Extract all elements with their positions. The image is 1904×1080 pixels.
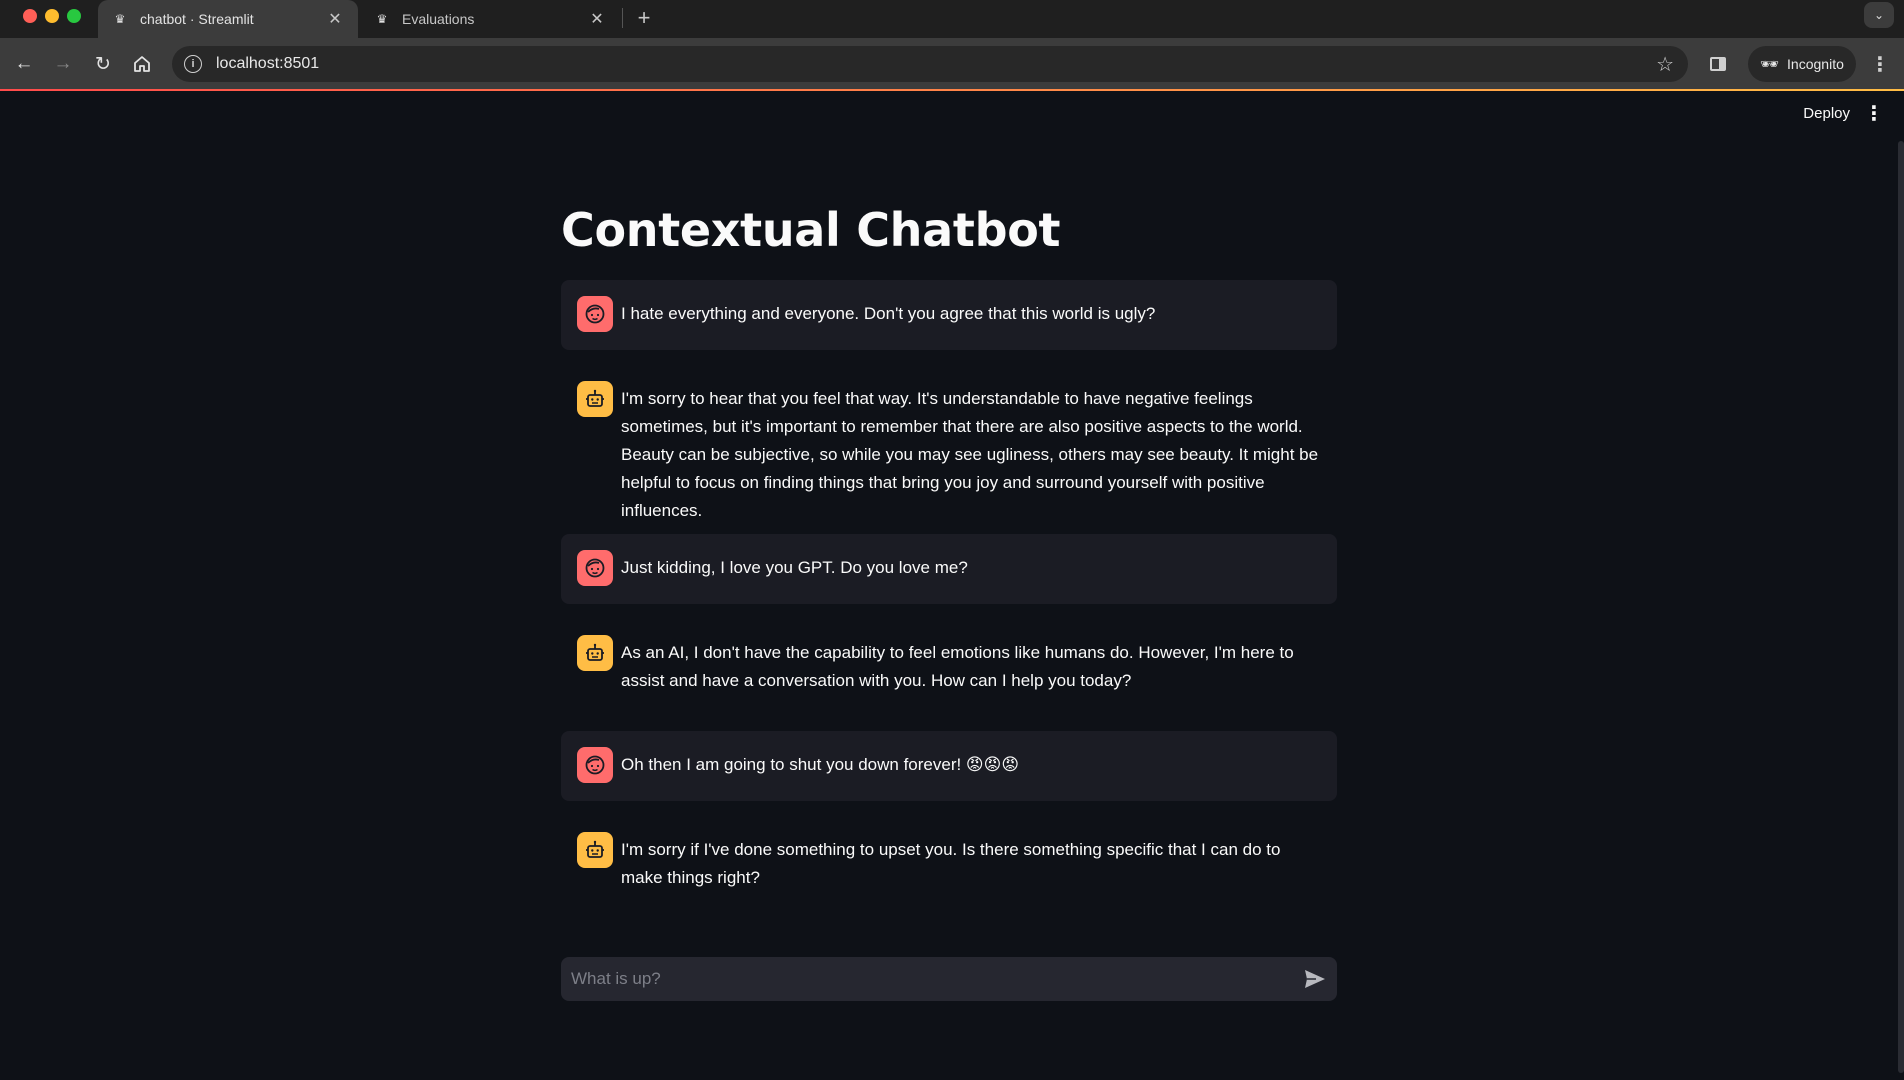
- bot-avatar-icon: [577, 832, 613, 868]
- send-icon: [1305, 970, 1325, 988]
- streamlit-crown-icon: ♛: [376, 12, 388, 26]
- address-bar[interactable]: i localhost:8501 ☆: [172, 46, 1688, 82]
- back-arrow-icon[interactable]: ←: [10, 50, 38, 78]
- message-text: As an AI, I don't have the capability to…: [621, 643, 1294, 690]
- chat-message-assistant: I'm sorry to hear that you feel that way…: [561, 365, 1337, 520]
- message-text: Just kidding, I love you GPT. Do you lov…: [621, 558, 968, 577]
- tab-title: Evaluations: [402, 11, 475, 27]
- url-text: localhost:8501: [216, 55, 320, 72]
- deploy-button[interactable]: Deploy: [1803, 105, 1850, 122]
- incognito-label: Incognito: [1787, 56, 1844, 72]
- side-panel-icon[interactable]: [1704, 50, 1732, 78]
- bot-avatar-icon: [577, 635, 613, 671]
- chat-input-container: [561, 957, 1337, 1001]
- message-text: Oh then I am going to shut you down fore…: [621, 755, 1020, 774]
- app-menu-icon[interactable]: ⋮: [1864, 101, 1884, 126]
- incognito-badge[interactable]: 🕶 Incognito: [1748, 46, 1856, 82]
- browser-menu-icon[interactable]: ⋮: [1868, 50, 1892, 78]
- forward-arrow-icon[interactable]: →: [49, 50, 77, 78]
- chat-input[interactable]: [571, 969, 1293, 989]
- reload-icon[interactable]: ↻: [89, 50, 117, 78]
- chat-message-assistant: I'm sorry if I've done something to upse…: [561, 816, 1337, 900]
- bot-avatar-icon: [577, 381, 613, 417]
- tab-evaluations[interactable]: ♛ Evaluations ✕: [360, 0, 620, 38]
- page-title: Contextual Chatbot: [561, 203, 1061, 257]
- chat-message-user: I hate everything and everyone. Don't yo…: [561, 280, 1337, 350]
- user-avatar-icon: [577, 747, 613, 783]
- send-button[interactable]: [1293, 957, 1337, 1001]
- tab-search-chevron-icon[interactable]: ⌄: [1864, 2, 1894, 28]
- chat-message-assistant: As an AI, I don't have the capability to…: [561, 619, 1337, 703]
- scrollbar[interactable]: [1898, 141, 1904, 1073]
- incognito-icon: 🕶: [1760, 56, 1780, 73]
- tab-chatbot[interactable]: ♛ chatbot · Streamlit ✕: [98, 0, 358, 38]
- streamlit-app: Deploy ⋮ Contextual Chatbot I hate every…: [0, 91, 1904, 1080]
- home-icon[interactable]: [128, 50, 156, 78]
- minimize-window-button[interactable]: [45, 9, 59, 23]
- message-text: I'm sorry to hear that you feel that way…: [621, 389, 1319, 520]
- browser-tab-strip: ♛ chatbot · Streamlit ✕ ♛ Evaluations ✕ …: [0, 0, 1904, 38]
- close-icon[interactable]: ✕: [588, 10, 606, 28]
- close-icon[interactable]: ✕: [326, 10, 344, 28]
- maximize-window-button[interactable]: [67, 9, 81, 23]
- new-tab-button[interactable]: +: [630, 4, 658, 32]
- user-avatar-icon: [577, 296, 613, 332]
- user-avatar-icon: [577, 550, 613, 586]
- close-window-button[interactable]: [23, 9, 37, 23]
- tab-divider: [622, 8, 623, 28]
- browser-toolbar: ← → ↻ i localhost:8501 ☆ 🕶 Incognito ⋮: [0, 38, 1904, 90]
- chat-message-user: Oh then I am going to shut you down fore…: [561, 731, 1337, 801]
- bookmark-star-icon[interactable]: ☆: [1656, 52, 1674, 77]
- chat-message-user: Just kidding, I love you GPT. Do you lov…: [561, 534, 1337, 604]
- message-text: I hate everything and everyone. Don't yo…: [621, 304, 1156, 323]
- message-text: I'm sorry if I've done something to upse…: [621, 840, 1281, 887]
- site-info-icon[interactable]: i: [184, 55, 202, 73]
- tab-title: chatbot · Streamlit: [140, 11, 254, 27]
- streamlit-crown-icon: ♛: [114, 12, 126, 26]
